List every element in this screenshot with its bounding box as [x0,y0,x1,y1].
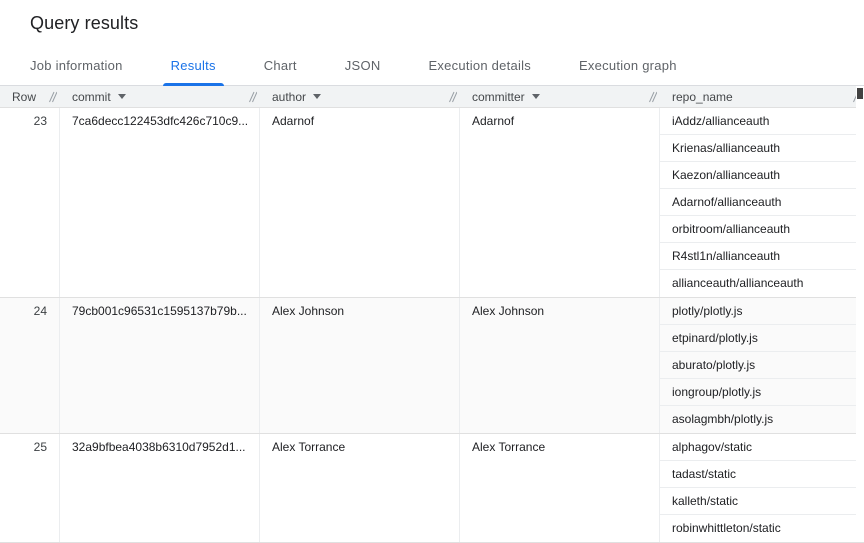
repo-name-item[interactable]: kalleth/static [660,488,864,515]
column-header-author[interactable]: author [260,86,460,107]
tab-results[interactable]: Results [147,46,240,85]
tab-label: Results [171,58,216,73]
repo-name-text: orbitroom/allianceauth [672,222,790,236]
committer-cell[interactable]: Alex Torrance [460,434,660,542]
column-resize-handle[interactable] [649,91,657,103]
tab-job-information[interactable]: Job information [6,46,147,85]
author-cell[interactable]: Alex Johnson [260,298,460,433]
tab-label: Execution details [428,58,531,73]
panel-title-bar: Query results [0,0,864,46]
repo-name-item[interactable]: Kaezon/allianceauth [660,162,864,189]
column-label: Row [12,90,36,104]
repo-name-text: iongroup/plotly.js [672,385,761,399]
author-cell[interactable]: Alex Torrance [260,434,460,542]
repo-name-text: allianceauth/allianceauth [672,276,803,290]
committer-cell[interactable]: Alex Johnson [460,298,660,433]
column-header-committer[interactable]: committer [460,86,660,107]
tab-label: Chart [264,58,297,73]
repo-name-text: plotly/plotly.js [672,304,742,318]
table-row[interactable]: 24 79cb001c96531c1595137b79b... Alex Joh… [0,298,864,434]
commit-cell[interactable]: 7ca6decc122453dfc426c710c9... [60,108,260,297]
tab-label: JSON [345,58,381,73]
repo-name-item[interactable]: tadast/static [660,461,864,488]
table-body: 23 7ca6decc122453dfc426c710c9... Adarnof… [0,108,864,543]
repo-name-text: asolagmbh/plotly.js [672,412,773,426]
repo-name-text: robinwhittleton/static [672,521,781,535]
column-header-commit[interactable]: commit [60,86,260,107]
repo-name-text: alphagov/static [672,440,752,454]
repo-name-item[interactable]: iongroup/plotly.js [660,379,864,406]
repo-name-item[interactable]: orbitroom/allianceauth [660,216,864,243]
scrollbar-thumb[interactable] [857,88,863,99]
commit-cell[interactable]: 79cb001c96531c1595137b79b... [60,298,260,433]
column-header-row[interactable]: Row [0,86,60,107]
repo-name-text: Krienas/allianceauth [672,141,780,155]
column-resize-handle[interactable] [449,91,457,103]
column-label: repo_name [672,90,733,104]
page-title: Query results [30,13,138,34]
repo-name-text: Adarnof/allianceauth [672,195,781,209]
table-row[interactable]: 25 32a9bfbea4038b6310d7952d1... Alex Tor… [0,434,864,543]
repo-name-text: tadast/static [672,467,736,481]
results-table: Row commit author committer repo_name [0,86,864,543]
tab-label: Job information [30,58,123,73]
repo-name-item[interactable]: Krienas/allianceauth [660,135,864,162]
repo-name-cell: alphagov/static tadast/static kalleth/st… [660,434,864,542]
tab-chart[interactable]: Chart [240,46,321,85]
row-number-cell: 24 [0,298,60,433]
column-label: commit [72,90,111,104]
tab-execution-graph[interactable]: Execution graph [555,46,701,85]
repo-name-cell: iAddz/allianceauth Krienas/allianceauth … [660,108,864,297]
repo-name-text: kalleth/static [672,494,738,508]
repo-name-item[interactable]: iAddz/allianceauth [660,108,864,135]
column-resize-handle[interactable] [49,91,57,103]
repo-name-item[interactable]: asolagmbh/plotly.js [660,406,864,433]
sort-arrow-icon[interactable] [118,94,126,99]
commit-cell[interactable]: 32a9bfbea4038b6310d7952d1... [60,434,260,542]
repo-name-text: Kaezon/allianceauth [672,168,780,182]
results-tabbar: Job information Results Chart JSON Execu… [0,46,864,86]
repo-name-item[interactable]: plotly/plotly.js [660,298,864,325]
repo-name-item[interactable]: alphagov/static [660,434,864,461]
sort-arrow-icon[interactable] [313,94,321,99]
column-label: committer [472,90,525,104]
column-label: author [272,90,306,104]
repo-name-item[interactable]: R4stl1n/allianceauth [660,243,864,270]
vertical-scrollbar[interactable] [856,86,864,535]
column-header-repo-name[interactable]: repo_name [660,86,864,107]
repo-name-item[interactable]: Adarnof/allianceauth [660,189,864,216]
author-cell[interactable]: Adarnof [260,108,460,297]
tab-label: Execution graph [579,58,677,73]
committer-cell[interactable]: Adarnof [460,108,660,297]
tab-execution-details[interactable]: Execution details [404,46,555,85]
repo-name-text: aburato/plotly.js [672,358,755,372]
column-resize-handle[interactable] [249,91,257,103]
table-row[interactable]: 23 7ca6decc122453dfc426c710c9... Adarnof… [0,108,864,298]
sort-arrow-icon[interactable] [532,94,540,99]
repo-name-cell: plotly/plotly.js etpinard/plotly.js abur… [660,298,864,433]
repo-name-item[interactable]: allianceauth/allianceauth [660,270,864,297]
row-number-cell: 25 [0,434,60,542]
repo-name-text: iAddz/allianceauth [672,114,769,128]
row-number-cell: 23 [0,108,60,297]
repo-name-item[interactable]: etpinard/plotly.js [660,325,864,352]
repo-name-text: R4stl1n/allianceauth [672,249,780,263]
table-header-row: Row commit author committer repo_name [0,86,864,108]
repo-name-text: etpinard/plotly.js [672,331,758,345]
repo-name-item[interactable]: aburato/plotly.js [660,352,864,379]
repo-name-item[interactable]: robinwhittleton/static [660,515,864,542]
tab-json[interactable]: JSON [321,46,405,85]
